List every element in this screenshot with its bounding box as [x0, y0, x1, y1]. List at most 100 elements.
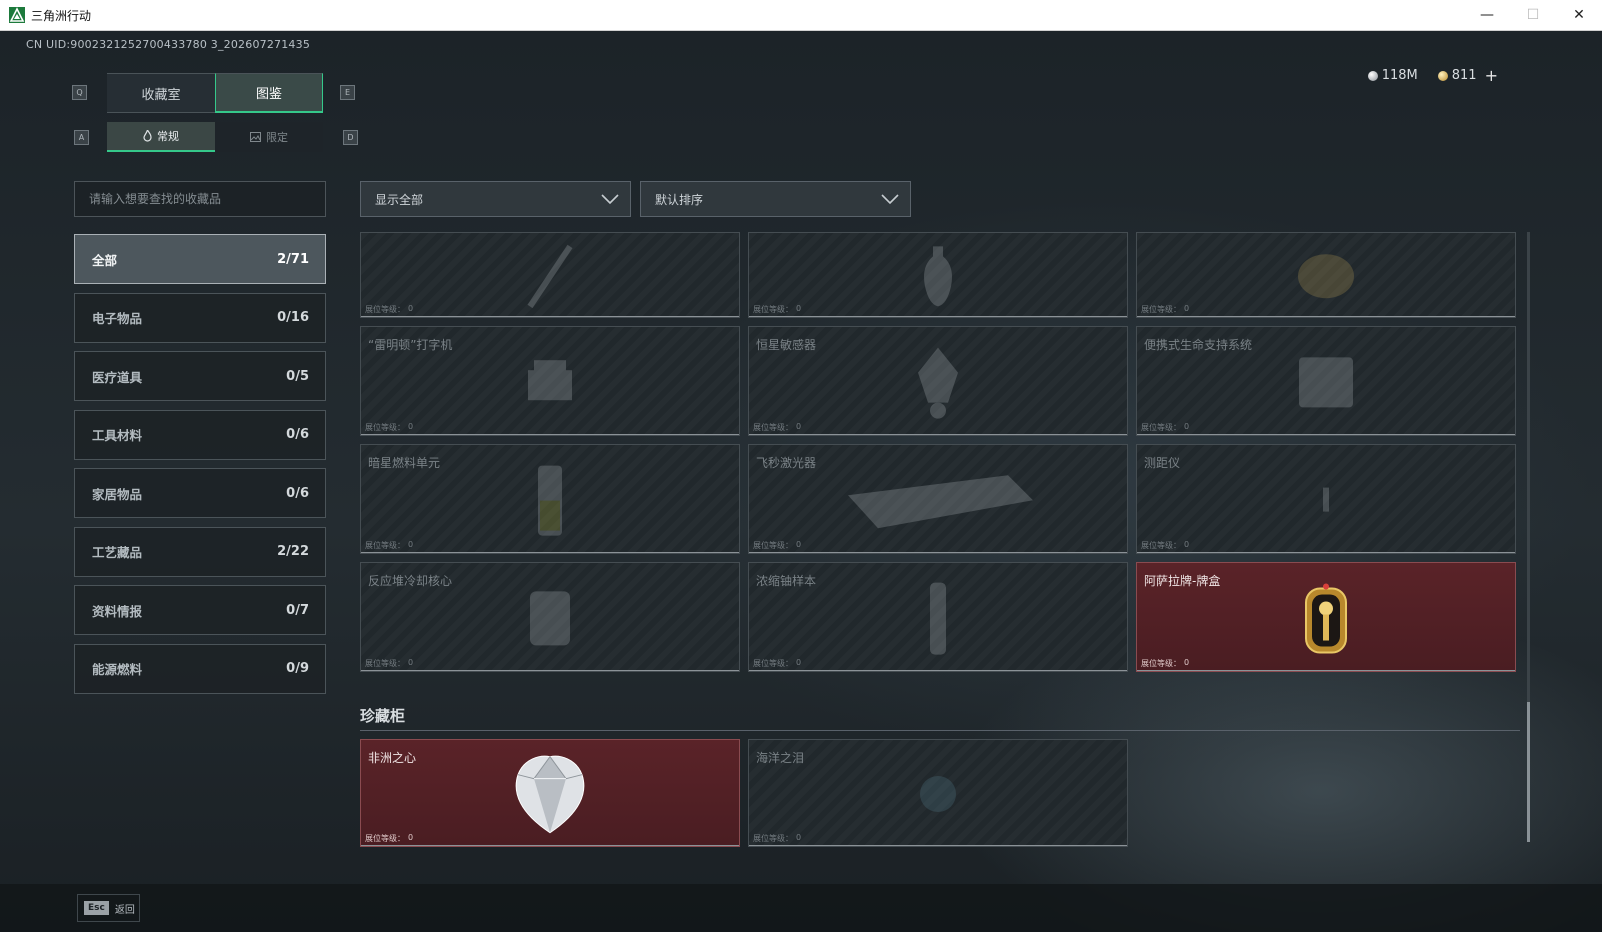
screwdriver-icon — [527, 244, 573, 309]
rangefinder-icon — [1323, 487, 1329, 512]
key-hint-a: A — [74, 130, 89, 145]
subtab-limited-label: 限定 — [266, 131, 288, 144]
category-all[interactable]: 全部 2/71 — [74, 234, 326, 284]
section-divider — [360, 730, 1520, 731]
close-button[interactable]: ✕ — [1556, 0, 1602, 30]
category-intel[interactable]: 资料情报 0/7 — [74, 585, 326, 635]
item-name: “雷明顿”打字机 — [368, 338, 453, 352]
diamond-icon — [515, 755, 585, 834]
category-count: 0/5 — [286, 368, 309, 384]
booth-level: 展位等级： 0 — [1141, 658, 1190, 668]
treasure-card[interactable]: 非洲之心 展位等级： 0 — [360, 739, 740, 847]
category-label: 医疗道具 — [92, 369, 143, 385]
item-name: 阿萨拉牌-牌盒 — [1144, 574, 1221, 588]
sensor-icon — [918, 347, 958, 419]
gold-amount: 811 — [1451, 68, 1477, 83]
booth-level: 展位等级： 0 — [753, 422, 802, 432]
app-logo-icon — [9, 7, 25, 23]
chevron-down-icon — [601, 194, 619, 205]
category-label: 工艺藏品 — [92, 545, 143, 560]
figurine-icon — [1298, 254, 1354, 299]
category-count: 0/16 — [277, 310, 309, 325]
collectible-card[interactable]: “雷明顿”打字机 展位等级： 0 — [360, 326, 740, 436]
treasure-card[interactable]: 海洋之泪 展位等级： 0 — [748, 739, 1128, 847]
filter-dropdown-value: 显示全部 — [375, 192, 424, 207]
category-tools[interactable]: 工具材料 0/6 — [74, 409, 326, 460]
category-label: 全部 — [92, 252, 118, 268]
item-name: 恒星敏感器 — [756, 338, 817, 352]
booth-level: 展位等级： 0 — [365, 422, 414, 432]
category-energy[interactable]: 能源燃料 0/9 — [74, 643, 326, 694]
subtab-regular[interactable]: 常规 — [107, 122, 215, 152]
fuel-cell-icon — [538, 465, 562, 536]
collectible-card[interactable]: 反应堆冷却核心 展位等级： 0 — [360, 562, 740, 672]
image-icon — [250, 132, 261, 142]
card-box-icon — [1305, 583, 1347, 654]
chevron-down-icon — [881, 194, 899, 205]
sort-dropdown-value: 默认排序 — [655, 192, 704, 207]
category-crafts[interactable]: 工艺藏品 2/22 — [74, 526, 326, 577]
collectible-card[interactable]: 阿萨拉牌-牌盒 展位等级： 0 — [1136, 562, 1516, 672]
filter-dropdown[interactable]: 显示全部 — [360, 181, 631, 217]
key-hint-q: Q — [72, 85, 87, 100]
add-currency-button[interactable]: + — [1485, 66, 1498, 85]
item-name: 海洋之泪 — [756, 751, 805, 765]
tab-collection-room[interactable]: 收藏室 — [107, 73, 215, 113]
gem-icon — [920, 776, 956, 812]
flame-icon — [143, 130, 152, 142]
esc-key-hint: Esc — [84, 901, 109, 915]
sub-tabs: 常规 限定 — [107, 122, 323, 152]
category-count: 0/7 — [286, 602, 309, 618]
collectible-card[interactable]: 飞秒激光器 展位等级： 0 — [748, 444, 1128, 554]
gold-coin-icon — [1437, 70, 1448, 81]
item-name: 便携式生命支持系统 — [1144, 338, 1253, 352]
silver-currency: 118M — [1367, 66, 1418, 85]
item-name: 反应堆冷却核心 — [368, 574, 453, 588]
scrollbar-thumb[interactable] — [1527, 702, 1530, 842]
subtab-limited[interactable]: 限定 — [215, 122, 323, 152]
key-hint-d: D — [343, 130, 358, 145]
collectible-card[interactable]: 暗星燃料单元 展位等级： 0 — [360, 444, 740, 554]
collectible-card[interactable]: 展位等级： 0 — [360, 232, 740, 318]
footer-bar: Esc 返回 — [0, 884, 1602, 932]
category-list: 全部 2/71 电子物品 0/16 医疗道具 0/5 工具材料 0/6 家居物品 0/6 … — [74, 234, 326, 702]
search-input[interactable] — [74, 181, 326, 217]
maximize-button[interactable]: ☐ — [1510, 0, 1556, 30]
item-name: 浓缩铀样本 — [756, 574, 817, 588]
booth-level: 展位等级： 0 — [365, 658, 414, 668]
collectible-card[interactable]: 展位等级： 0 — [1136, 232, 1516, 318]
collectible-card[interactable]: 便携式生命支持系统 展位等级： 0 — [1136, 326, 1516, 436]
reactor-core-icon — [530, 591, 570, 646]
category-household[interactable]: 家居物品 0/6 — [74, 468, 326, 518]
player-uid: CN UID:9002321252700433780 3_20260727143… — [26, 38, 311, 51]
game-viewport: CN UID:9002321252700433780 3_20260727143… — [0, 31, 1602, 932]
main-tabs: 收藏室 图鉴 — [107, 73, 323, 113]
category-count: 2/71 — [277, 251, 309, 267]
booth-level: 展位等级： 0 — [753, 540, 802, 550]
collectible-card[interactable]: 展位等级： 0 — [748, 232, 1128, 318]
collectible-card[interactable]: 浓缩铀样本 展位等级： 0 — [748, 562, 1128, 672]
booth-level: 展位等级： 0 — [365, 304, 414, 314]
silver-amount: 118M — [1381, 68, 1418, 83]
currency-bar: 118M 811 + — [1367, 66, 1498, 85]
category-label: 资料情报 — [92, 603, 143, 619]
booth-level: 展位等级： 0 — [753, 833, 802, 843]
minimize-button[interactable]: — — [1464, 0, 1510, 30]
tab-codex[interactable]: 图鉴 — [215, 73, 323, 113]
item-name: 测距仪 — [1144, 456, 1181, 470]
window-title: 三角洲行动 — [31, 8, 92, 23]
collectible-card[interactable]: 恒星敏感器 展位等级： 0 — [748, 326, 1128, 436]
back-button[interactable]: Esc 返回 — [77, 894, 140, 922]
category-electronics[interactable]: 电子物品 0/16 — [74, 292, 326, 343]
collectible-card[interactable]: 测距仪 展位等级： 0 — [1136, 444, 1516, 554]
grid-scrollbar[interactable] — [1527, 232, 1530, 842]
category-count: 0/6 — [286, 427, 309, 442]
sort-dropdown[interactable]: 默认排序 — [640, 181, 911, 217]
booth-level: 展位等级： 0 — [365, 833, 414, 843]
category-count: 0/6 — [286, 485, 309, 501]
typewriter-icon — [528, 360, 572, 401]
gold-currency: 811 + — [1437, 66, 1498, 85]
category-medical[interactable]: 医疗道具 0/5 — [74, 351, 326, 401]
booth-level: 展位等级： 0 — [1141, 422, 1190, 432]
treasure-section-title: 珍藏柜 — [360, 707, 406, 725]
